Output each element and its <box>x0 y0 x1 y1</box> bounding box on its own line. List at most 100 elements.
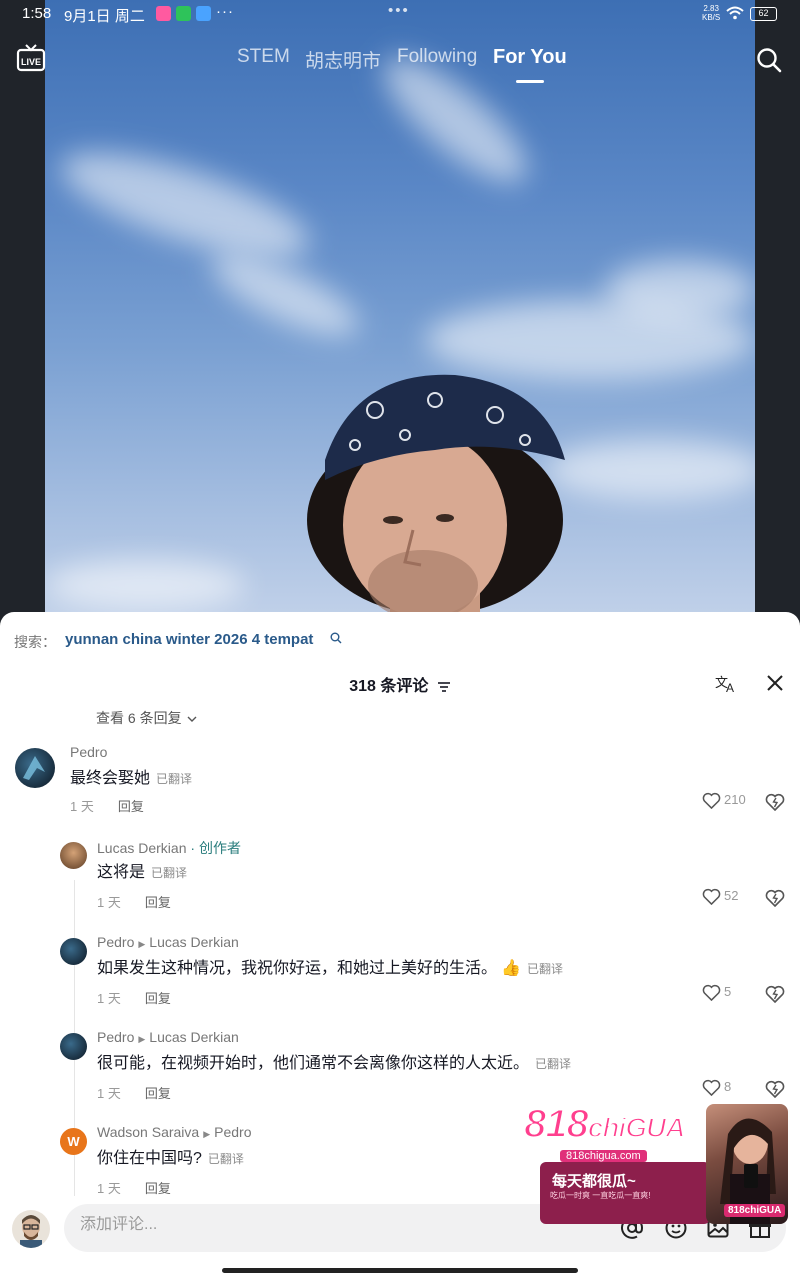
avatar[interactable] <box>60 938 87 965</box>
ad-slogan: 每天都很瓜~ <box>552 1173 636 1190</box>
like-button[interactable]: 210 <box>702 792 746 810</box>
feed-tabs: STEM 胡志明市 Following For You <box>0 46 800 86</box>
comments-count: 318 条评论 <box>349 678 429 695</box>
tab-following[interactable]: Following <box>397 46 477 68</box>
reply-to-name[interactable]: Lucas Derkian <box>149 934 239 950</box>
close-icon[interactable] <box>766 674 784 692</box>
reply-button[interactable]: 回复 <box>145 1086 171 1101</box>
comment-input[interactable] <box>80 1216 540 1234</box>
comment-time: 1 天 <box>97 1181 121 1196</box>
notification-app-icon <box>156 6 171 21</box>
creator-badge: · 创作者 <box>190 840 241 856</box>
comment-author[interactable]: Pedro ▶ Lucas Derkian <box>97 1029 239 1045</box>
video-player[interactable]: 1:58 9月1日 周二 ··· ••• 2.83 KB/S 62 LIVE ST… <box>0 0 800 630</box>
comment-text: 如果发生这种情况，我祝你好运，和她过上美好的生活。 👍 已翻译 <box>97 960 563 977</box>
chevron-down-icon <box>187 716 197 723</box>
avatar[interactable] <box>60 1033 87 1060</box>
like-count: 210 <box>724 792 746 807</box>
net-speed: 2.83 KB/S <box>702 4 721 22</box>
translate-icon[interactable]: 文 A <box>714 673 738 693</box>
reply-button[interactable]: 回复 <box>145 895 171 910</box>
dislike-icon[interactable] <box>765 793 785 811</box>
gallery-app-icon <box>196 6 211 21</box>
related-search[interactable]: 搜索： yunnan china winter 2026 4 tempat <box>14 631 342 652</box>
status-date: 9月1日 周二 <box>64 8 145 25</box>
ad-badge: 818chiGUA <box>724 1204 786 1217</box>
comment-author[interactable]: Wadson Saraiva ▶ Pedro <box>97 1124 251 1140</box>
ad-url: 818chigua.com <box>560 1150 647 1162</box>
person-with-bandana <box>307 374 565 630</box>
status-bar: 1:58 9月1日 周二 ··· ••• 2.83 KB/S 62 <box>0 0 800 28</box>
comment-text: 这将是 已翻译 <box>97 864 188 881</box>
video-frame[interactable] <box>45 0 755 630</box>
home-indicator[interactable] <box>222 1268 578 1273</box>
translated-tag: 已翻译 <box>526 962 563 976</box>
comment-time: 1 天 <box>97 895 121 910</box>
translated-tag: 已翻译 <box>156 772 193 786</box>
comment-text: 很可能，在视频开始时，他们通常不会离像你这样的人太近。 已翻译 <box>97 1055 572 1072</box>
comment-meta: 1 天 回复 <box>97 892 171 911</box>
thumbs-up-emoji: 👍 <box>501 960 521 977</box>
more-notifications-icon: ··· <box>216 3 234 20</box>
comment-time: 1 天 <box>97 991 121 1006</box>
like-count: 5 <box>724 984 732 999</box>
comment-text: 最终会娶她 已翻译 <box>70 770 193 787</box>
floating-ad-banner[interactable]: 818chiGUA 818chigua.com 每天都很瓜~ 吃瓜一时爽 一直吃… <box>520 1100 788 1226</box>
heart-icon <box>702 792 721 810</box>
tab-ho-chi-minh-city[interactable]: 胡志明市 <box>305 46 381 73</box>
ad-subtitle: 吃瓜一时爽 一直吃瓜一直爽! <box>550 1191 651 1200</box>
comment-meta: 1 天 回复 <box>97 1083 171 1102</box>
active-tab-indicator <box>516 80 544 83</box>
dislike-icon[interactable] <box>765 985 785 1003</box>
tab-stem[interactable]: STEM <box>237 46 290 68</box>
avatar[interactable] <box>60 842 87 869</box>
related-search-keyword[interactable]: yunnan china winter 2026 4 tempat <box>65 631 313 648</box>
translated-tag: 已翻译 <box>151 866 188 880</box>
comment-author[interactable]: Pedro ▶ Lucas Derkian <box>97 934 239 950</box>
wifi-icon <box>726 6 744 20</box>
comment-time: 1 天 <box>70 799 94 814</box>
search-icon[interactable] <box>756 47 782 73</box>
comment-time: 1 天 <box>97 1086 121 1101</box>
dislike-icon[interactable] <box>765 1080 785 1098</box>
reply-button[interactable]: 回复 <box>118 799 144 814</box>
status-time: 1:58 <box>22 5 52 22</box>
tab-for-you[interactable]: For You <box>493 46 567 69</box>
like-button[interactable]: 52 <box>702 888 739 906</box>
like-button[interactable]: 5 <box>702 984 732 1002</box>
my-avatar[interactable] <box>12 1210 50 1248</box>
multitask-dots-icon[interactable]: ••• <box>388 2 410 19</box>
translated-tag: 已翻译 <box>535 1057 572 1071</box>
reply-button[interactable]: 回复 <box>145 1181 171 1196</box>
comments-title: 318 条评论 <box>0 672 800 696</box>
reply-to-name[interactable]: Lucas Derkian <box>149 1029 239 1045</box>
view-replies-label: 查看 6 条回复 <box>96 710 182 726</box>
search-prefix-label: 搜索： <box>14 634 56 650</box>
reply-button[interactable]: 回复 <box>145 991 171 1006</box>
comment-meta: 1 天 回复 <box>70 796 144 815</box>
sort-filter-icon[interactable] <box>437 681 451 693</box>
comment-text: 你住在中国吗? 已翻译 <box>97 1150 244 1167</box>
ad-logo: 818chiGUA <box>523 1101 686 1147</box>
reply-arrow-icon: ▶ <box>138 939 146 949</box>
view-more-replies-button[interactable]: 查看 6 条回复 <box>96 708 197 728</box>
reply-arrow-icon: ▶ <box>203 1129 211 1139</box>
like-count: 52 <box>724 888 739 903</box>
avatar[interactable] <box>15 748 55 788</box>
heart-icon <box>702 888 721 906</box>
comment-author[interactable]: Pedro <box>70 744 107 760</box>
like-button[interactable]: 8 <box>702 1079 732 1097</box>
wechat-icon <box>176 6 191 21</box>
dislike-icon[interactable] <box>765 889 785 907</box>
translated-tag: 已翻译 <box>207 1152 244 1166</box>
reply-arrow-icon: ▶ <box>138 1034 146 1044</box>
svg-text:A: A <box>726 681 734 693</box>
comment-author[interactable]: Lucas Derkian · 创作者 <box>97 838 241 858</box>
like-count: 8 <box>724 1079 732 1094</box>
heart-icon <box>702 1079 721 1097</box>
reply-to-name[interactable]: Pedro <box>214 1124 251 1140</box>
avatar[interactable]: W <box>60 1128 87 1155</box>
battery-indicator: 62 <box>750 7 777 21</box>
keyword-search-icon <box>330 632 342 644</box>
comment-meta: 1 天 回复 <box>97 988 171 1007</box>
